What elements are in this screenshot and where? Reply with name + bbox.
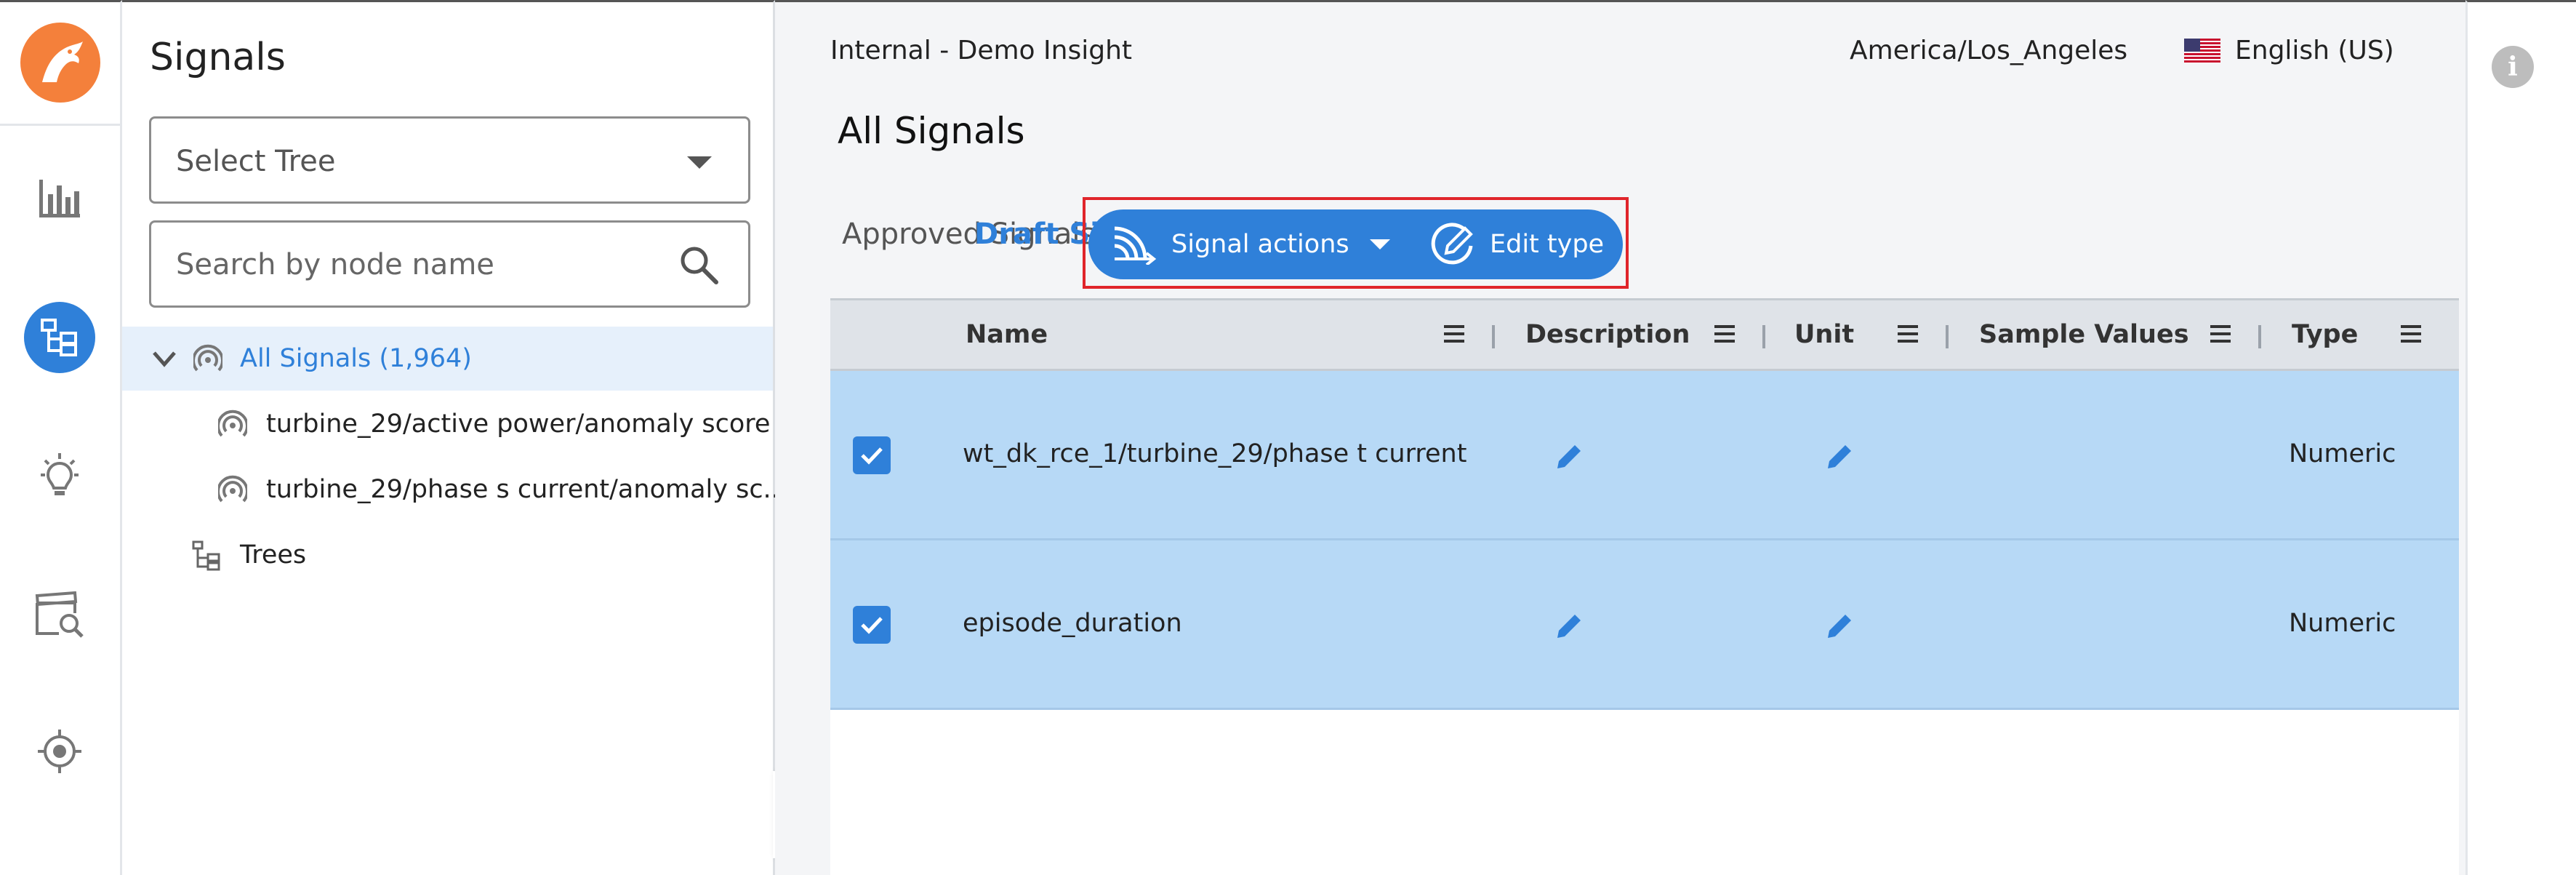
column-menu-icon[interactable] [2209,322,2232,345]
column-menu-icon[interactable] [2399,322,2423,345]
edit-type-button[interactable]: Edit type [1430,209,1604,279]
column-menu-icon[interactable] [1896,322,1919,345]
nav-signals-active-indicator [24,302,95,373]
language-label: English (US) [2235,36,2394,65]
tree-node-child[interactable]: turbine_29/active power/anomaly score [122,392,773,456]
checkmark-icon [861,617,883,634]
nav-rail [0,0,122,875]
logo-area [0,2,120,126]
signal-node-icon [193,344,222,372]
signals-table: Name Description Unit Sample Values Type… [830,298,2459,875]
language-selector[interactable]: English (US) [2184,36,2394,65]
column-separator[interactable] [1492,325,1495,348]
column-header-unit[interactable]: Unit [1794,300,1854,369]
edit-type-label: Edit type [1490,230,1605,259]
lightbulb-icon [41,453,79,495]
column-header-description[interactable]: Description [1525,300,1690,369]
node-search-input[interactable] [176,244,670,285]
target-icon [38,730,81,773]
page-title: All Signals [838,110,1025,152]
info-icon[interactable]: i [2492,46,2534,88]
table-row[interactable]: wt_dk_rce_1/turbine_29/phase t current N… [830,371,2459,540]
signal-actions-button[interactable]: Signal actions [1112,209,1390,279]
signal-node-icon [218,475,247,503]
bird-logo-icon [42,41,83,82]
tree-node-all-signals[interactable]: All Signals (1,964) [122,327,773,391]
tree-structure-icon [192,540,220,571]
brand-logo[interactable] [20,23,100,103]
column-header-name[interactable]: Name [966,300,1048,369]
row-checkbox[interactable] [853,436,891,474]
signal-name-cell: episode_duration [963,609,1182,638]
edit-description-pencil-icon[interactable] [1554,441,1585,471]
tree-node-label: All Signals (1,964) [240,344,472,373]
panel-title: Signals [150,36,286,79]
column-header-sample-values[interactable]: Sample Values [1979,300,2189,369]
organization-name[interactable]: Internal - Demo Insight [830,36,1132,65]
signal-tree-icon [41,319,77,356]
signal-actions-icon [1114,226,1157,265]
column-separator[interactable] [2258,325,2261,348]
caret-down-icon [687,156,712,169]
nav-episodes[interactable] [13,569,106,662]
edit-description-pencil-icon[interactable] [1554,610,1585,641]
row-checkbox[interactable] [853,606,891,644]
signal-name-cell: wt_dk_rce_1/turbine_29/phase t current [963,439,1467,468]
bar-chart-icon [39,180,80,217]
table-row[interactable]: episode_duration Numeric [830,540,2459,710]
select-tree-value: Select Tree [176,145,336,178]
caret-down-icon [1369,239,1390,249]
tree-node-label: turbine_29/active power/anomaly score [266,409,771,439]
clapper-search-icon [35,591,84,638]
column-menu-icon[interactable] [1713,322,1736,345]
info-strip: i [2465,0,2576,875]
nav-analytics[interactable] [13,152,106,245]
table-header: Name Description Unit Sample Values Type [830,298,2459,371]
signal-type-cell: Numeric [2289,609,2396,638]
node-search-box[interactable] [149,220,750,308]
tree-node-trees[interactable]: Trees [122,523,773,587]
signal-node-icon [218,409,247,437]
nav-signals[interactable] [13,291,106,384]
tree-node-child[interactable]: turbine_29/phase s current/anomaly sc... [122,458,787,522]
edit-unit-pencil-icon[interactable] [1825,441,1855,471]
checkmark-icon [861,447,883,465]
timezone-selector[interactable]: America/Los_Angeles [1850,36,2127,65]
signal-tree-panel: Signals Select Tree All Signals (1,964) … [122,0,787,875]
nav-insights[interactable] [13,430,106,523]
select-tree-dropdown[interactable]: Select Tree [149,116,750,204]
column-separator[interactable] [1762,325,1765,348]
column-menu-icon[interactable] [1443,322,1466,345]
signal-actions-label: Signal actions [1171,230,1349,259]
tree-node-label: turbine_29/phase s current/anomaly sc... [266,475,787,504]
us-flag-icon [2184,38,2220,63]
signal-type-cell: Numeric [2289,439,2396,468]
search-icon[interactable] [678,244,719,285]
nav-targets[interactable] [13,705,106,798]
tree-node-label: Trees [240,540,307,570]
column-separator[interactable] [1946,325,1949,348]
action-button-group: Signal actions Edit type [1088,209,1623,279]
edit-circle-icon [1431,223,1473,265]
edit-unit-pencil-icon[interactable] [1825,610,1855,641]
column-header-type[interactable]: Type [2292,300,2358,369]
chevron-down-icon[interactable] [150,344,179,373]
